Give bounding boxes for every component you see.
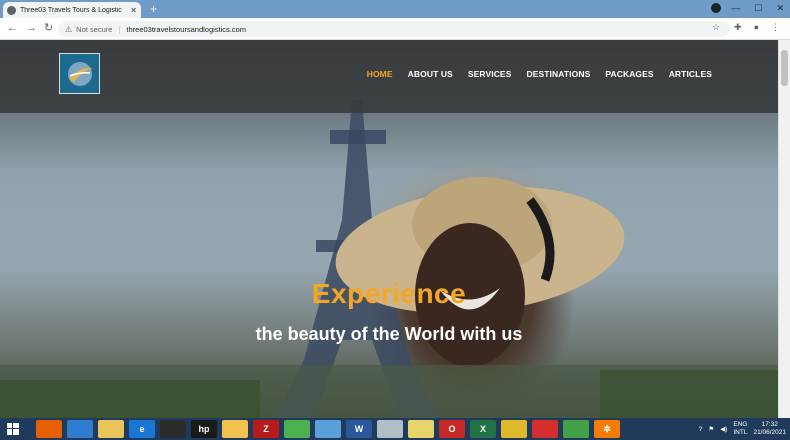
new-tab-icon[interactable]: + [150, 2, 157, 16]
profile-dot-icon[interactable] [711, 3, 721, 13]
url-text: three03travelstoursandlogistics.com [126, 24, 247, 34]
settings-icon[interactable]: ✲ [594, 420, 620, 438]
language-code: ENG [733, 421, 748, 428]
nav-destinations[interactable]: DESTINATIONS [526, 69, 590, 79]
divider: | [118, 24, 121, 34]
account-icon[interactable]: ● [754, 22, 759, 33]
start-icon[interactable] [0, 418, 26, 440]
app-yellow-icon[interactable] [501, 420, 527, 438]
language-layout: INTL [733, 429, 748, 436]
notes-icon[interactable] [377, 420, 403, 438]
page-scrollbar[interactable] [778, 40, 790, 418]
firefox-icon[interactable] [36, 420, 62, 438]
hp-label: hp [198, 424, 210, 434]
maximize-icon[interactable]: ☐ [754, 1, 762, 15]
nav-about-us[interactable]: ABOUT US [408, 69, 453, 79]
window-close-icon[interactable]: ✕ [776, 1, 784, 15]
windows-taskbar: e hp Z W O X ✲ ? ⚑ ◀) ENG INTL 17:32 21/… [0, 418, 790, 440]
file-explorer-icon[interactable] [98, 420, 124, 438]
app-green2-icon[interactable] [563, 420, 589, 438]
site-header: HOME ABOUT US SERVICES DESTINATIONS PACK… [0, 40, 778, 113]
chrome-icon[interactable] [67, 420, 93, 438]
menu-icon[interactable]: ⋮ [771, 22, 780, 33]
hp-icon[interactable]: hp [191, 420, 217, 438]
hero-title: Experience [311, 278, 467, 309]
nav-articles[interactable]: ARTICLES [669, 69, 712, 79]
nav-services[interactable]: SERVICES [468, 69, 512, 79]
page-viewport: HOME ABOUT US SERVICES DESTINATIONS PACK… [0, 40, 778, 418]
forward-icon[interactable]: → [26, 21, 37, 36]
hero-tagline: the beauty of the World with us [255, 324, 523, 344]
opera-icon[interactable]: O [439, 420, 465, 438]
main-nav: HOME ABOUT US SERVICES DESTINATIONS PACK… [367, 69, 712, 79]
notepad-icon[interactable] [408, 420, 434, 438]
app-red-icon[interactable] [532, 420, 558, 438]
minimize-icon[interactable]: — [731, 1, 740, 15]
nav-home[interactable]: HOME [367, 69, 393, 79]
site-logo[interactable] [59, 53, 100, 94]
globe-icon [7, 5, 16, 15]
clock-date: 21/06/2021 [753, 429, 786, 436]
help-icon[interactable]: ? [699, 426, 703, 433]
scrollbar-thumb[interactable] [781, 50, 788, 86]
app-blue-icon[interactable] [315, 420, 341, 438]
word-icon[interactable]: W [346, 420, 372, 438]
app-green-icon[interactable] [284, 420, 310, 438]
browser-tab[interactable]: Three03 Travels Tours & Logistic ✕ [3, 2, 141, 18]
language-indicator[interactable]: ENG INTL [733, 421, 747, 437]
reload-icon[interactable]: ↻ [44, 21, 53, 36]
browser-tab-bar: Three03 Travels Tours & Logistic ✕ + — ☐… [0, 0, 790, 18]
filezilla-icon[interactable]: Z [253, 420, 279, 438]
nav-packages[interactable]: PACKAGES [605, 69, 653, 79]
warning-icon: ⚠ [65, 24, 73, 34]
close-tab-icon[interactable]: ✕ [130, 6, 137, 15]
clock-time: 17:32 [761, 421, 778, 428]
bookmark-star-icon[interactable]: ☆ [712, 22, 720, 33]
media-player-icon[interactable] [160, 420, 186, 438]
system-tray: ? ⚑ ◀) ENG INTL 17:32 21/06/2021 [699, 418, 786, 440]
logo-swoosh-icon [68, 62, 93, 86]
clock[interactable]: 17:32 21/06/2021 [753, 421, 786, 437]
internet-explorer-icon[interactable]: e [129, 420, 155, 438]
flag-icon[interactable]: ⚑ [708, 425, 714, 433]
back-icon[interactable]: ← [7, 21, 18, 36]
excel-icon[interactable]: X [470, 420, 496, 438]
volume-icon[interactable]: ◀) [720, 425, 727, 433]
browser-toolbar: ← → ↻ ⚠ Not secure | three03travelstours… [0, 18, 790, 40]
security-label: Not secure [76, 24, 113, 34]
tab-title: Three03 Travels Tours & Logistic [20, 6, 122, 14]
folder-icon[interactable] [222, 420, 248, 438]
extensions-icon[interactable]: ✚ [734, 22, 742, 33]
address-bar[interactable]: ⚠ Not secure | three03travelstoursandlog… [58, 21, 730, 37]
